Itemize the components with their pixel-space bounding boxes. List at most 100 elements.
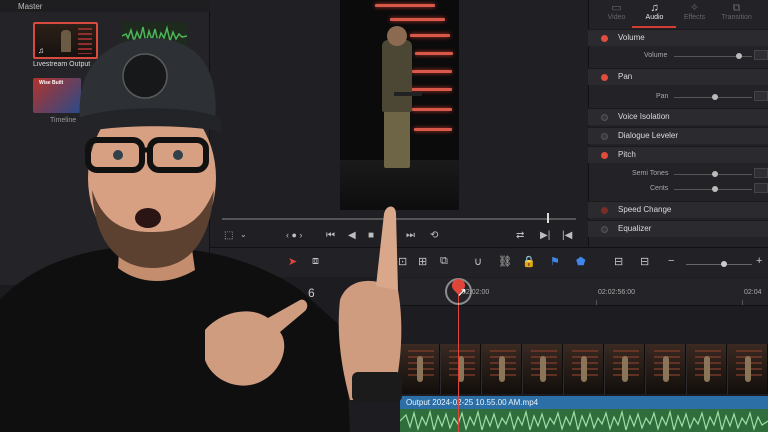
zoom-out-icon[interactable]: −	[668, 255, 674, 267]
section-speed-change-label: Speed Change	[618, 205, 672, 214]
section-dialogue-leveler[interactable]: Dialogue Leveler	[588, 127, 768, 144]
music-note-icon: ♫	[38, 46, 44, 55]
toggle-volume[interactable]	[601, 35, 608, 42]
timeline-label: Timeline	[50, 117, 77, 124]
timecode-label: 02:04	[744, 289, 762, 296]
clip-thumbnail-livestream[interactable]: ♫	[33, 22, 98, 59]
video-frame	[400, 344, 440, 394]
section-pitch[interactable]: Pitch	[588, 146, 768, 163]
led-strip	[375, 4, 435, 7]
timeline-thumb-text: Wise Built	[39, 80, 64, 86]
cents-value-box[interactable]	[754, 183, 768, 193]
tab-effects[interactable]: ✧ Effects	[672, 2, 717, 21]
video-frame	[564, 344, 604, 394]
track-number: 6	[308, 286, 315, 300]
skip-forward-icon[interactable]: ⏭	[406, 230, 415, 241]
pan-value-box[interactable]	[754, 91, 768, 101]
semitones-value-box[interactable]	[754, 168, 768, 178]
scrubber-handle[interactable]	[547, 213, 549, 223]
cents-slider-knob[interactable]	[712, 186, 718, 192]
wand-icon: ✧	[689, 2, 700, 14]
param-semitones-label: Semi Tones	[632, 170, 669, 177]
video-clip[interactable]	[400, 344, 768, 394]
transition-icon: ⧉	[732, 2, 741, 14]
clip-thumbnail-audio[interactable]	[122, 22, 187, 49]
toggle-pitch[interactable]	[601, 152, 608, 159]
ruler-tick	[742, 300, 743, 305]
zoom-slider-knob[interactable]	[721, 261, 727, 267]
dot-marker-icon[interactable]: ‹ ● ›	[286, 230, 302, 240]
marker-icon[interactable]: ⬟	[576, 255, 586, 268]
replace-icon[interactable]: ⧉	[440, 255, 448, 268]
zoom-in-icon[interactable]: +	[756, 255, 762, 267]
audio-waveform-icon	[122, 25, 187, 45]
volume-value-box[interactable]	[754, 50, 768, 60]
toggle-dialogue-leveler[interactable]	[601, 133, 608, 140]
timeline-thumbnail[interactable]: Wise Built	[33, 78, 81, 113]
video-frame	[605, 344, 645, 394]
led-wall-graphic	[78, 28, 92, 54]
play-icon[interactable]: ▶	[388, 230, 396, 241]
stop-icon[interactable]: ■	[368, 230, 374, 241]
video-frame	[728, 344, 768, 394]
volume-slider-knob[interactable]	[736, 53, 742, 59]
overwrite-icon[interactable]: ⊞	[418, 255, 427, 268]
clip-name-bar[interactable]: Output 2024-02-25 10.55.00 AM.mp4	[400, 396, 768, 409]
viewer-frame[interactable]	[340, 0, 459, 210]
viewer-transport: ⬚ ⌄ ‹ ● › ⏮ ◀ ■ ▶ ⏭ ⟲ ⇄ ▶| |◀	[222, 230, 576, 244]
section-equalizer[interactable]: Equalizer	[588, 220, 768, 237]
pan-slider-knob[interactable]	[712, 94, 718, 100]
toggle-pan[interactable]	[601, 74, 608, 81]
selection-pointer-icon[interactable]: ➤	[288, 255, 297, 268]
music-note-icon: ♫	[650, 2, 659, 14]
audio-waveform-icon	[400, 409, 768, 432]
lock-icon[interactable]: 🔒	[522, 255, 536, 268]
section-voice-isolation[interactable]: Voice Isolation	[588, 108, 768, 125]
led-strip	[415, 52, 453, 55]
crop-icon[interactable]: ⬚	[224, 230, 233, 241]
flag-icon[interactable]: ⚑	[550, 255, 560, 268]
toggle-voice-isolation[interactable]	[601, 114, 608, 121]
viewer-scrubber[interactable]	[222, 218, 576, 220]
toggle-speed-change[interactable]	[601, 207, 608, 214]
led-strip	[410, 34, 450, 37]
loop-icon[interactable]: ⟲	[430, 230, 438, 241]
podium	[394, 92, 422, 96]
speaker-legs	[384, 110, 410, 168]
section-volume[interactable]: Volume	[588, 29, 768, 46]
toggle-equalizer[interactable]	[601, 226, 608, 233]
skip-back-icon[interactable]: ⏮	[326, 230, 335, 241]
chevron-down-icon[interactable]: ⌄	[240, 230, 247, 239]
audio-clip[interactable]	[400, 409, 768, 432]
section-voice-isolation-label: Voice Isolation	[618, 112, 670, 121]
param-cents-label: Cents	[650, 185, 669, 192]
zoom-detail-icon[interactable]: ⊟	[640, 255, 649, 268]
next-icon[interactable]: ▶|	[540, 230, 550, 241]
playhead-line[interactable]	[458, 292, 459, 432]
section-pan[interactable]: Pan	[588, 68, 768, 85]
match-frame-icon[interactable]: ⇄	[516, 230, 524, 241]
speaker-head	[387, 26, 407, 46]
zoom-slider[interactable]	[686, 264, 752, 265]
led-strip	[412, 70, 452, 73]
semitones-slider-knob[interactable]	[712, 171, 718, 177]
section-speed-change[interactable]: Speed Change	[588, 201, 768, 218]
tab-transition[interactable]: ⧉ Transition	[714, 2, 759, 21]
mouse-cursor-icon: ➚	[457, 285, 468, 299]
video-frame	[482, 344, 522, 394]
tab-audio-label: Audio	[645, 14, 664, 21]
video-frame	[687, 344, 727, 394]
timecode-label: 02:02:56:00	[598, 289, 635, 296]
zoom-full-icon[interactable]: ⊟	[614, 255, 623, 268]
snapping-icon[interactable]: ∪	[474, 255, 482, 268]
section-dialogue-leveler-label: Dialogue Leveler	[618, 131, 679, 140]
link-icon[interactable]: ⛓	[498, 255, 512, 268]
section-volume-label: Volume	[618, 33, 645, 42]
param-volume-label: Volume	[644, 52, 668, 59]
trim-icon[interactable]: ⧈	[312, 255, 319, 268]
tab-audio[interactable]: ♫ Audio	[632, 2, 677, 21]
prev-icon[interactable]: |◀	[562, 230, 572, 241]
video-frame	[523, 344, 563, 394]
step-back-icon[interactable]: ◀	[348, 230, 356, 241]
insert-icon[interactable]: ⊡	[398, 255, 407, 268]
